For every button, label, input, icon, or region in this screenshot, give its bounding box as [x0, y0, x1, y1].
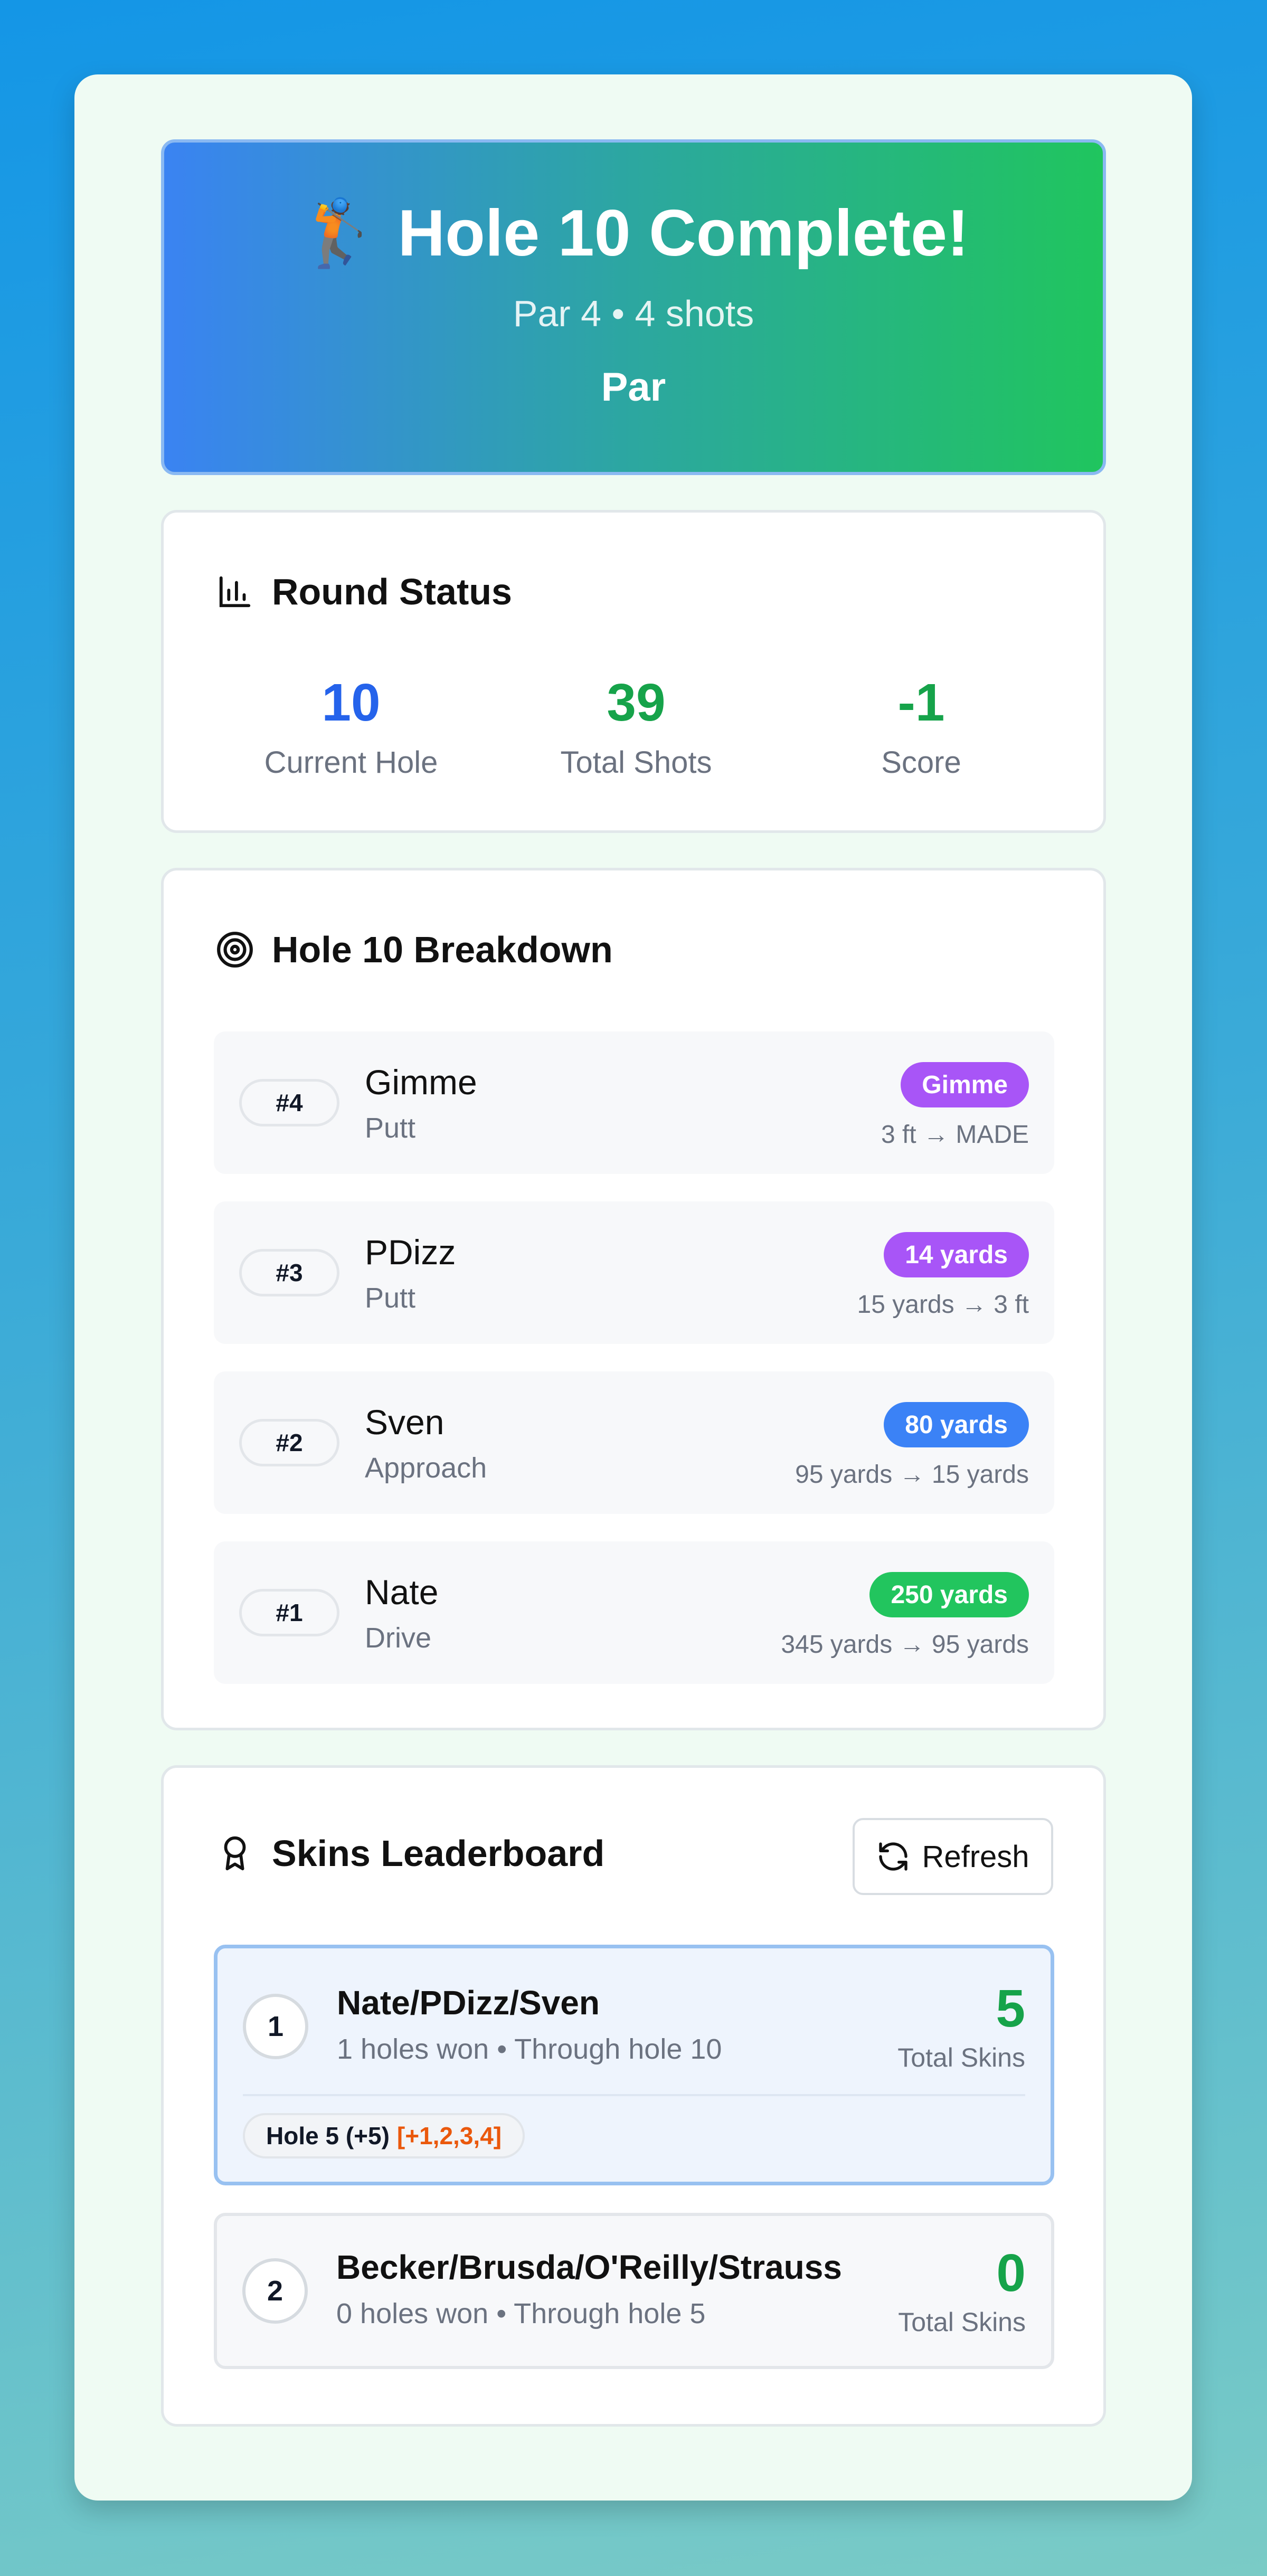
stat-current-hole: 10 Current Hole: [214, 676, 488, 780]
shot-number: #4: [239, 1079, 339, 1126]
stat-label: Total Shots: [560, 745, 712, 780]
team-name: Nate/PDizz/Sven: [337, 1984, 600, 2022]
refresh-label: Refresh: [922, 1839, 1029, 1874]
stat-value: 10: [322, 673, 381, 732]
hole-won-chip: Hole 5 (+5) [+1,2,3,4]: [243, 2113, 525, 2158]
shot-player: Sven: [365, 1403, 445, 1442]
shot-player: PDizz: [365, 1233, 456, 1272]
rank-badge: 1: [243, 1994, 308, 2059]
banner-title-text: Hole 10 Complete!: [398, 197, 969, 270]
total-skins-label: Total Skins: [898, 2307, 1026, 2337]
shot-row: #4 Gimme Putt Gimme 3 ft → MADE: [214, 1031, 1054, 1174]
shot-type: Putt: [365, 1112, 416, 1144]
stat-value: -1: [897, 673, 945, 732]
hole-result: Par: [601, 365, 666, 410]
shot-detail: 95 yards → 15 yards: [795, 1461, 1029, 1489]
shot-distance-badge: 250 yards: [869, 1572, 1029, 1617]
hole-won-label: Hole 5 (+5): [266, 2122, 390, 2149]
rank-badge: 2: [242, 2258, 308, 2324]
row-divider: [243, 2094, 1025, 2096]
hole-breakdown-card: Hole 10 Breakdown #4 Gimme Putt Gimme 3 …: [161, 868, 1106, 1730]
stat-score: -1 Score: [784, 676, 1058, 780]
total-skins-value: 5: [996, 1979, 1025, 2038]
shot-number: #1: [239, 1589, 339, 1636]
content-column: 🏌 Hole 10 Complete! Par 4 • 4 shots Par …: [161, 139, 1106, 2427]
award-icon: [214, 1832, 256, 1874]
round-status-card: Round Status 10 Current Hole 39 Total Sh…: [161, 510, 1106, 833]
stat-label: Score: [881, 745, 961, 780]
leaderboard-row[interactable]: 2 Becker/Brusda/O'Reilly/Strauss 0 holes…: [214, 2213, 1054, 2369]
shot-row: #3 PDizz Putt 14 yards 15 yards → 3 ft: [214, 1201, 1054, 1344]
shot-type: Approach: [365, 1452, 487, 1484]
shot-detail: 345 yards → 95 yards: [781, 1631, 1029, 1659]
shot-number: #3: [239, 1249, 339, 1296]
leaderboard-title: Skins Leaderboard: [272, 1833, 605, 1874]
shot-distance-badge: 80 yards: [884, 1402, 1029, 1447]
shot-type: Putt: [365, 1282, 416, 1314]
leaderboard-row[interactable]: 1 Nate/PDizz/Sven 1 holes won • Through …: [214, 1945, 1054, 2185]
shot-player: Nate: [365, 1573, 439, 1612]
app-container: 🏌 Hole 10 Complete! Par 4 • 4 shots Par …: [74, 74, 1192, 2501]
shot-type: Drive: [365, 1622, 432, 1654]
round-status-title: Round Status: [272, 571, 512, 612]
golfer-icon: 🏌: [298, 197, 380, 270]
refresh-icon: [876, 1840, 910, 1873]
shot-detail: 15 yards → 3 ft: [857, 1291, 1029, 1319]
shot-row: #2 Sven Approach 80 yards 95 yards → 15 …: [214, 1371, 1054, 1514]
shot-player: Gimme: [365, 1063, 477, 1102]
refresh-button[interactable]: Refresh: [853, 1818, 1053, 1895]
team-name: Becker/Brusda/O'Reilly/Strauss: [336, 2248, 842, 2286]
shot-distance-badge: 14 yards: [884, 1232, 1029, 1277]
team-summary: 1 holes won • Through hole 10: [337, 2033, 722, 2065]
total-skins-label: Total Skins: [897, 2043, 1025, 2072]
skins-leaderboard-card: Skins Leaderboard Refresh 1 Nate/PDizz/S…: [161, 1765, 1106, 2427]
breakdown-header: Hole 10 Breakdown: [214, 929, 613, 971]
banner-title: 🏌 Hole 10 Complete!: [164, 195, 1103, 272]
total-skins-value: 0: [996, 2243, 1026, 2303]
hole-complete-banner: 🏌 Hole 10 Complete! Par 4 • 4 shots Par: [161, 139, 1106, 475]
target-icon: [214, 929, 256, 971]
bar-chart-icon: [214, 571, 256, 613]
shot-row: #1 Nate Drive 250 yards 345 yards → 95 y…: [214, 1541, 1054, 1684]
shot-number: #2: [239, 1419, 339, 1466]
team-summary: 0 holes won • Through hole 5: [336, 2298, 706, 2329]
leaderboard-header: Skins Leaderboard: [214, 1832, 604, 1874]
stat-total-shots: 39 Total Shots: [499, 676, 773, 780]
breakdown-title: Hole 10 Breakdown: [272, 929, 613, 970]
shot-detail: 3 ft → MADE: [881, 1121, 1029, 1149]
stat-value: 39: [607, 673, 666, 732]
round-status-header: Round Status: [214, 571, 512, 613]
carryover-holes: [+1,2,3,4]: [396, 2122, 502, 2149]
stat-label: Current Hole: [264, 745, 438, 780]
banner-subtitle: Par 4 • 4 shots: [513, 293, 754, 334]
shot-distance-badge: Gimme: [901, 1062, 1029, 1107]
